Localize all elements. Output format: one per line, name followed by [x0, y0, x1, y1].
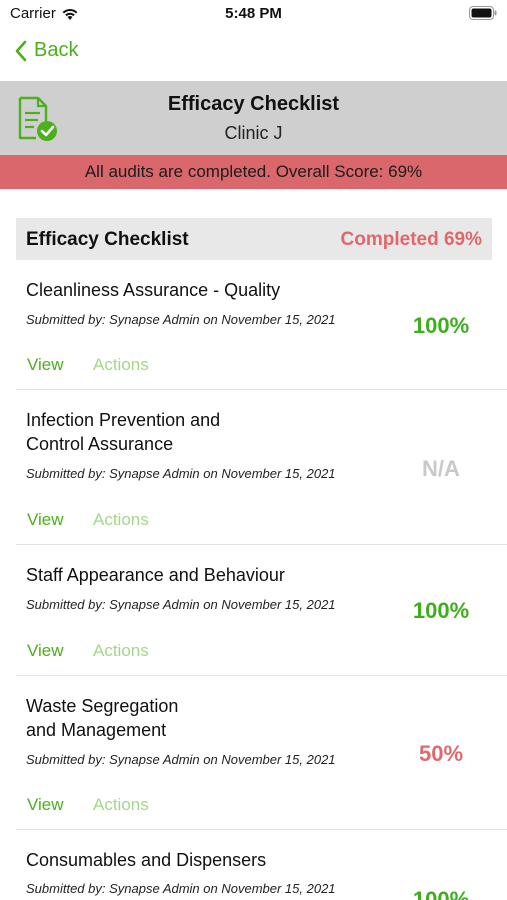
audit-title: Staff Appearance and Behaviour: [26, 563, 326, 587]
page-header: Efficacy Checklist Clinic J: [0, 81, 507, 155]
navigation-bar: Back: [0, 30, 507, 80]
view-button[interactable]: View: [27, 355, 64, 375]
submitted-info: Submitted by: Synapse Admin on November …: [26, 466, 336, 481]
submitted-info: Submitted by: Synapse Admin on November …: [26, 597, 336, 612]
audit-title: Consumables and Dispensers: [26, 848, 326, 872]
audit-item: Consumables and Dispensers Submitted by:…: [16, 830, 507, 900]
audit-title-line: Cleanliness Assurance - Quality: [26, 280, 281, 300]
section-title: Efficacy Checklist: [26, 229, 189, 250]
actions-button[interactable]: Actions: [93, 795, 149, 815]
submitted-info: Submitted by: Synapse Admin on November …: [26, 881, 336, 896]
back-label: Back: [34, 39, 79, 61]
section-header: Efficacy Checklist Completed 69%: [16, 218, 492, 260]
audit-title-line: Staff Appearance and Behaviour: [26, 565, 285, 585]
view-button[interactable]: View: [27, 795, 64, 815]
view-button[interactable]: View: [27, 510, 64, 530]
audit-title: Infection Prevention and Control Assuran…: [26, 408, 326, 456]
audit-score: N/A: [422, 456, 460, 481]
actions-button[interactable]: Actions: [93, 510, 149, 530]
chevron-left-icon: [15, 40, 27, 61]
audit-item: Cleanliness Assurance - Quality Submitte…: [16, 260, 507, 390]
battery-icon: [469, 6, 497, 20]
actions-button[interactable]: Actions: [93, 641, 149, 661]
audit-item: Waste Segregation and Management Submitt…: [16, 676, 507, 830]
status-bar: Carrier 5:48 PM: [0, 0, 507, 30]
audit-title-line: Control Assurance: [26, 434, 174, 454]
audit-title: Cleanliness Assurance - Quality: [26, 278, 326, 302]
audit-score: 50%: [418, 741, 464, 766]
submitted-info: Submitted by: Synapse Admin on November …: [26, 312, 336, 327]
section-status: Completed 69%: [340, 229, 482, 250]
audit-item: Infection Prevention and Control Assuran…: [16, 390, 507, 545]
audit-title-line: Waste Segregation: [26, 696, 179, 716]
clock: 5:48 PM: [225, 5, 282, 22]
audit-title-line: and Management: [26, 720, 167, 740]
audit-title: Waste Segregation and Management: [26, 694, 326, 742]
page-title: Efficacy Checklist: [167, 93, 340, 115]
audit-title-line: Infection Prevention and: [26, 410, 221, 430]
score-banner: All audits are completed. Overall Score:…: [0, 155, 507, 189]
banner-text: All audits are completed. Overall Score:…: [84, 162, 423, 181]
audit-score: 100%: [412, 887, 470, 900]
actions-button[interactable]: Actions: [93, 355, 149, 375]
submitted-info: Submitted by: Synapse Admin on November …: [26, 752, 336, 767]
audit-list: Cleanliness Assurance - Quality Submitte…: [0, 260, 507, 900]
audit-score: 100%: [412, 313, 470, 338]
view-button[interactable]: View: [27, 641, 64, 661]
clinic-name: Clinic J: [224, 123, 283, 143]
audit-item: Staff Appearance and Behaviour Submitted…: [16, 545, 507, 676]
audit-score: 100%: [412, 598, 470, 623]
back-button[interactable]: Back: [14, 39, 78, 62]
audit-title-line: Consumables and Dispensers: [26, 850, 267, 870]
